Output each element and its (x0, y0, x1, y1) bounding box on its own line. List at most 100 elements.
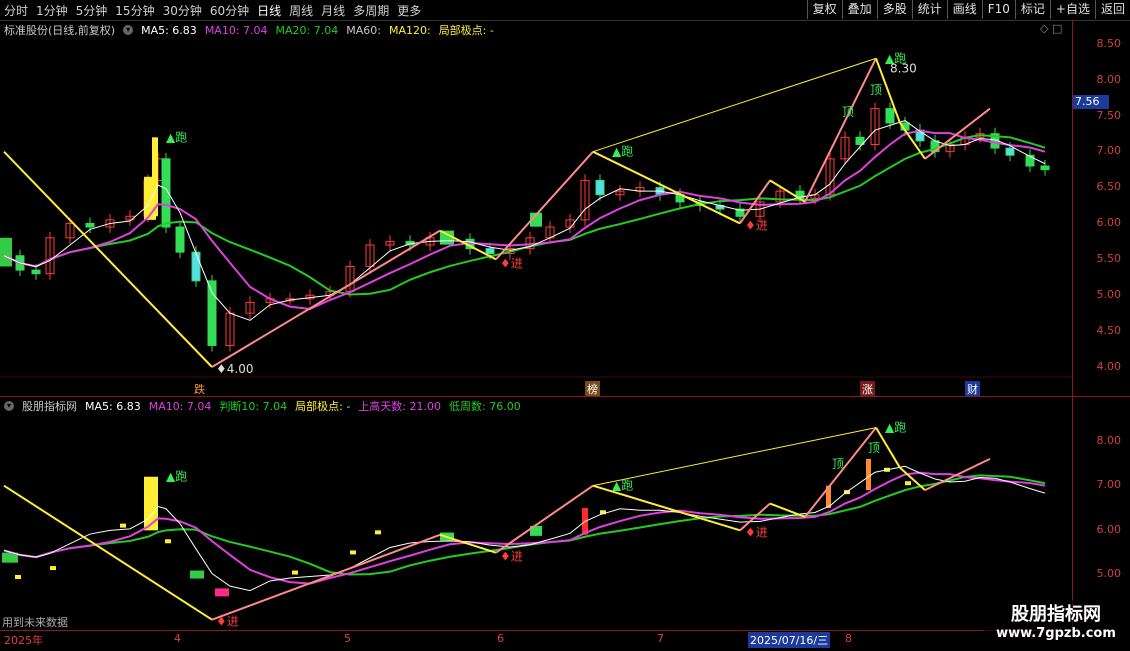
tab-fenshi[interactable]: 分时 (4, 2, 28, 19)
low-price-label: ♦4.00 (216, 362, 253, 376)
sub-indicator-chart[interactable]: ▲跑▲跑▲跑♦进♦进♦进顶顶 (0, 397, 1072, 630)
sub-marker (120, 523, 126, 528)
event-tag-fall[interactable]: 跌 (192, 381, 207, 397)
sub-bar (215, 588, 229, 597)
candle-body (0, 237, 12, 267)
main-lines (3, 120, 1046, 321)
trend-line (592, 57, 877, 153)
sub-lines (3, 465, 1046, 592)
sub-enter-signal: ♦进 (216, 615, 239, 629)
zigzag-segment (804, 57, 877, 203)
current-price-badge: 7.56 (1073, 95, 1109, 109)
tab-daily[interactable]: 日线 (257, 2, 281, 19)
sub-marker (905, 481, 911, 486)
sub-enter-signal: ♦进 (500, 550, 523, 564)
sub-run-signal: ▲跑 (612, 479, 633, 493)
main-tick: 7.00 (1096, 144, 1122, 157)
main-kline-chart[interactable]: ▲跑▲跑▲跑♦进♦进♦4.008.30顶顶 (0, 20, 1072, 396)
tab-60min[interactable]: 60分钟 (210, 2, 249, 19)
sub-bar (866, 458, 871, 491)
sub-run-signal: ▲跑 (166, 470, 187, 484)
candle-body (191, 251, 201, 282)
watermark: 股朋指标网 www.7gpzb.com (984, 600, 1128, 646)
sub-ma5-line (3, 465, 1046, 592)
month-label: 4 (174, 632, 181, 645)
overlay-button[interactable]: 叠加 (841, 0, 877, 19)
sub-zigzag-segment (899, 467, 926, 491)
main-tick: 8.00 (1096, 73, 1122, 86)
sub-tick: 6.00 (1096, 523, 1122, 536)
sub-marker (50, 566, 56, 571)
tab-monthly[interactable]: 月线 (321, 2, 345, 19)
right-button-group: 复权 叠加 多股 统计 画线 F10 标记 +自选 返回 (806, 0, 1130, 20)
sub-zigzag-segment (804, 426, 877, 518)
sub-enter-signal: ♦进 (745, 525, 768, 539)
sub-marker (292, 570, 298, 575)
tab-more[interactable]: 更多 (397, 2, 421, 19)
sub-marker (15, 575, 21, 579)
tab-multi-period[interactable]: 多周期 (353, 2, 389, 19)
top-signal: 顶 (870, 83, 882, 97)
candle-body (207, 280, 217, 346)
month-label: 2025年 (4, 634, 43, 647)
candle-body (885, 108, 895, 124)
tab-5min[interactable]: 5分钟 (76, 2, 108, 19)
back-button[interactable]: 返回 (1094, 0, 1130, 19)
event-tag-finance[interactable]: 财 (965, 381, 980, 397)
sub-tick: 8.00 (1096, 434, 1122, 447)
main-tick: 5.50 (1096, 252, 1122, 265)
sub-top-signal: 顶 (868, 441, 880, 455)
zigzag-segment (211, 229, 441, 368)
high-price-label: 8.30 (890, 61, 917, 75)
sub-candles (2, 458, 911, 597)
sub-zigzag-segment (211, 533, 441, 621)
sub-top-signal: 顶 (832, 457, 844, 471)
candle-body (595, 179, 605, 196)
tab-30min[interactable]: 30分钟 (163, 2, 202, 19)
candle-body (31, 269, 41, 275)
statistics-button[interactable]: 统计 (911, 0, 947, 19)
main-tick: 6.00 (1096, 216, 1122, 229)
main-tick: 6.50 (1096, 180, 1122, 193)
main-tick: 8.50 (1096, 37, 1122, 50)
sub-bar (144, 476, 158, 531)
sub-marker (165, 539, 171, 544)
tab-1min[interactable]: 1分钟 (36, 2, 68, 19)
draw-line-button[interactable]: 画线 (946, 0, 982, 19)
candle-body (1005, 147, 1015, 156)
sub-judge-line (3, 474, 1046, 576)
main-price-axis: 8.50 8.00 7.50 7.00 6.50 6.00 5.50 5.00 … (1072, 20, 1130, 396)
event-tag-rise[interactable]: 涨 (860, 381, 875, 397)
month-label: 5 (344, 632, 351, 645)
main-tick: 5.00 (1096, 288, 1122, 301)
zigzag-segment (3, 150, 213, 368)
sub-price-axis: 8.00 7.00 6.00 5.00 (1072, 397, 1130, 630)
sub-zigzag-segment (3, 484, 213, 621)
main-tick: 4.50 (1096, 324, 1122, 337)
add-watchlist-button[interactable]: +自选 (1049, 0, 1095, 19)
sub-tick: 5.00 (1096, 567, 1122, 580)
restore-rights-button[interactable]: 复权 (806, 0, 842, 19)
zigzag-segment (739, 179, 771, 225)
month-label: 7 (657, 632, 664, 645)
run-signal: ▲跑 (612, 145, 633, 159)
multi-stock-button[interactable]: 多股 (876, 0, 912, 19)
candle-body (175, 226, 185, 253)
future-data-note: 用到未来数据 (2, 616, 68, 629)
event-tag-list[interactable]: 榜 (585, 381, 600, 397)
mark-button[interactable]: 标记 (1014, 0, 1050, 19)
f10-button[interactable]: F10 (981, 0, 1015, 19)
period-tabs: 分时 1分钟 5分钟 15分钟 30分钟 60分钟 日线 周线 月线 多周期 更… (4, 2, 421, 19)
top-toolbar: 分时 1分钟 5分钟 15分钟 30分钟 60分钟 日线 周线 月线 多周期 更… (0, 0, 1130, 21)
tab-15min[interactable]: 15分钟 (115, 2, 154, 19)
tab-weekly[interactable]: 周线 (289, 2, 313, 19)
sub-run-signal: ▲跑 (885, 421, 906, 435)
enter-signal: ♦进 (745, 218, 768, 232)
cursor-date-badge: 2025/07/16/三 (748, 632, 831, 648)
ma10-line (3, 129, 1046, 311)
sub-marker (350, 550, 356, 555)
run-signal: ▲跑 (166, 130, 187, 144)
main-tick: 7.50 (1096, 109, 1122, 122)
candle-body (485, 248, 495, 255)
month-label: 6 (497, 632, 504, 645)
